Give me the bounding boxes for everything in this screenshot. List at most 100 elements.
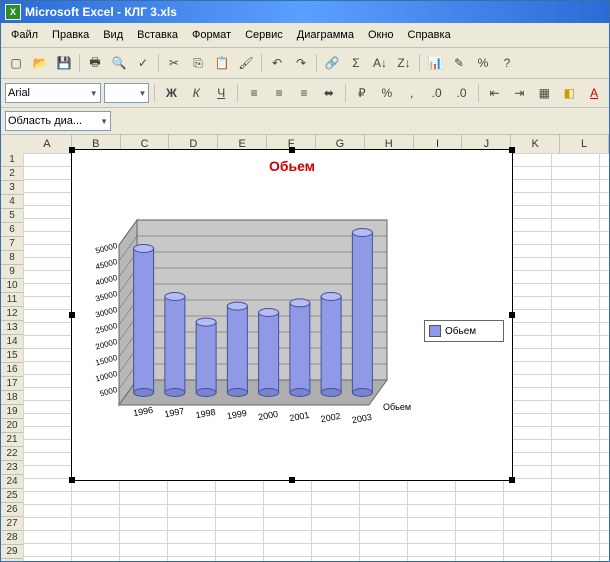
help-icon[interactable]: ? bbox=[496, 52, 518, 74]
row-header[interactable]: 4 bbox=[1, 195, 23, 209]
row-header[interactable]: 25 bbox=[1, 489, 23, 503]
row-header[interactable]: 15 bbox=[1, 349, 23, 363]
copy-icon[interactable]: ⎘ bbox=[187, 52, 209, 74]
redo-icon[interactable]: ↷ bbox=[290, 52, 312, 74]
resize-handle[interactable] bbox=[69, 312, 75, 318]
menu-insert[interactable]: Вставка bbox=[131, 27, 184, 43]
resize-handle[interactable] bbox=[69, 477, 75, 483]
row-header[interactable]: 6 bbox=[1, 223, 23, 237]
spell-icon[interactable]: ✓ bbox=[132, 52, 154, 74]
sort-desc-icon[interactable]: Z↓ bbox=[393, 52, 415, 74]
new-icon[interactable]: ▢ bbox=[5, 52, 27, 74]
name-box[interactable]: Область диа... ▼ bbox=[5, 111, 111, 131]
menu-format[interactable]: Формат bbox=[186, 27, 237, 43]
row-header[interactable]: 19 bbox=[1, 405, 23, 419]
menu-file[interactable]: Файл bbox=[5, 27, 44, 43]
row-header[interactable]: 2 bbox=[1, 167, 23, 181]
resize-handle[interactable] bbox=[69, 147, 75, 153]
font-size-combo[interactable]: ▼ bbox=[104, 83, 150, 103]
align-right-icon[interactable]: ≡ bbox=[293, 82, 315, 104]
menu-help[interactable]: Справка bbox=[402, 27, 457, 43]
preview-icon[interactable]: 🔍 bbox=[108, 52, 130, 74]
autosum-icon[interactable]: Σ bbox=[345, 52, 367, 74]
column-header[interactable]: L bbox=[560, 135, 609, 153]
bold-icon[interactable]: Ж bbox=[160, 82, 182, 104]
percent-icon[interactable]: % bbox=[376, 82, 398, 104]
row-header[interactable]: 11 bbox=[1, 293, 23, 307]
chart-plot-area[interactable]: 5000100001500020000250003000035000400004… bbox=[82, 190, 422, 460]
format-painter-icon[interactable]: 🖌 bbox=[235, 52, 257, 74]
row-header[interactable]: 17 bbox=[1, 377, 23, 391]
resize-handle[interactable] bbox=[289, 477, 295, 483]
select-all-corner[interactable] bbox=[1, 135, 24, 154]
resize-handle[interactable] bbox=[509, 477, 515, 483]
row-header[interactable]: 16 bbox=[1, 363, 23, 377]
increase-decimal-icon[interactable]: .0 bbox=[426, 82, 448, 104]
toolbar-separator bbox=[237, 84, 238, 102]
sort-asc-icon[interactable]: A↓ bbox=[369, 52, 391, 74]
row-header[interactable]: 22 bbox=[1, 447, 23, 461]
chart-legend[interactable]: Обьем bbox=[424, 320, 504, 342]
underline-icon[interactable]: Ч bbox=[210, 82, 232, 104]
column-header[interactable]: A bbox=[23, 135, 72, 153]
resize-handle[interactable] bbox=[289, 147, 295, 153]
row-header[interactable]: 20 bbox=[1, 419, 23, 433]
row-headers[interactable]: 1234567891011121314151617181920212223242… bbox=[1, 153, 24, 562]
row-header[interactable]: 10 bbox=[1, 279, 23, 293]
zoom-icon[interactable]: % bbox=[472, 52, 494, 74]
hyperlink-icon[interactable]: 🔗 bbox=[321, 52, 343, 74]
row-header[interactable]: 7 bbox=[1, 237, 23, 251]
toolbar-separator bbox=[79, 54, 80, 72]
row-header[interactable]: 18 bbox=[1, 391, 23, 405]
chart-wizard-icon[interactable]: 📊 bbox=[424, 52, 446, 74]
currency-icon[interactable]: ₽ bbox=[351, 82, 373, 104]
decrease-decimal-icon[interactable]: .0 bbox=[451, 82, 473, 104]
menu-window[interactable]: Окно bbox=[362, 27, 400, 43]
resize-handle[interactable] bbox=[509, 147, 515, 153]
menu-service[interactable]: Сервис bbox=[239, 27, 289, 43]
column-header[interactable]: K bbox=[511, 135, 560, 153]
font-color-icon[interactable]: A bbox=[583, 82, 605, 104]
row-header[interactable]: 28 bbox=[1, 531, 23, 545]
fill-color-icon[interactable]: ◧ bbox=[558, 82, 580, 104]
comma-icon[interactable]: , bbox=[401, 82, 423, 104]
row-header[interactable]: 9 bbox=[1, 265, 23, 279]
indent-decrease-icon[interactable]: ⇤ bbox=[484, 82, 506, 104]
italic-icon[interactable]: К bbox=[185, 82, 207, 104]
chart-title[interactable]: Обьем bbox=[72, 158, 512, 174]
row-header[interactable]: 13 bbox=[1, 321, 23, 335]
paste-icon[interactable]: 📋 bbox=[211, 52, 233, 74]
row-header[interactable]: 5 bbox=[1, 209, 23, 223]
svg-text:2002: 2002 bbox=[320, 411, 341, 424]
align-center-icon[interactable]: ≡ bbox=[268, 82, 290, 104]
row-header[interactable]: 3 bbox=[1, 181, 23, 195]
menu-view[interactable]: Вид bbox=[97, 27, 129, 43]
save-icon[interactable]: 💾 bbox=[53, 52, 75, 74]
worksheet-grid[interactable]: ABCDEFGHIJKL 123456789101112131415161718… bbox=[1, 135, 609, 562]
row-header[interactable]: 24 bbox=[1, 475, 23, 489]
row-header[interactable]: 27 bbox=[1, 517, 23, 531]
menu-edit[interactable]: Правка bbox=[46, 27, 95, 43]
chevron-down-icon: ▼ bbox=[90, 89, 98, 98]
align-left-icon[interactable]: ≡ bbox=[243, 82, 265, 104]
borders-icon[interactable]: ▦ bbox=[533, 82, 555, 104]
font-combo[interactable]: Arial ▼ bbox=[5, 83, 101, 103]
merge-icon[interactable]: ⬌ bbox=[318, 82, 340, 104]
chart-object[interactable]: Обьем 5000100001500020000250003000035000… bbox=[71, 149, 513, 481]
open-icon[interactable]: 📂 bbox=[29, 52, 51, 74]
resize-handle[interactable] bbox=[509, 312, 515, 318]
menu-diagram[interactable]: Диаграмма bbox=[291, 27, 360, 43]
row-header[interactable]: 14 bbox=[1, 335, 23, 349]
row-header[interactable]: 12 bbox=[1, 307, 23, 321]
cut-icon[interactable]: ✂ bbox=[163, 52, 185, 74]
row-header[interactable]: 1 bbox=[1, 153, 23, 167]
undo-icon[interactable]: ↶ bbox=[266, 52, 288, 74]
row-header[interactable]: 21 bbox=[1, 433, 23, 447]
row-header[interactable]: 29 bbox=[1, 545, 23, 559]
row-header[interactable]: 8 bbox=[1, 251, 23, 265]
row-header[interactable]: 23 bbox=[1, 461, 23, 475]
drawing-icon[interactable]: ✎ bbox=[448, 52, 470, 74]
print-icon[interactable]: 🖶 bbox=[84, 52, 106, 74]
row-header[interactable]: 26 bbox=[1, 503, 23, 517]
indent-increase-icon[interactable]: ⇥ bbox=[508, 82, 530, 104]
